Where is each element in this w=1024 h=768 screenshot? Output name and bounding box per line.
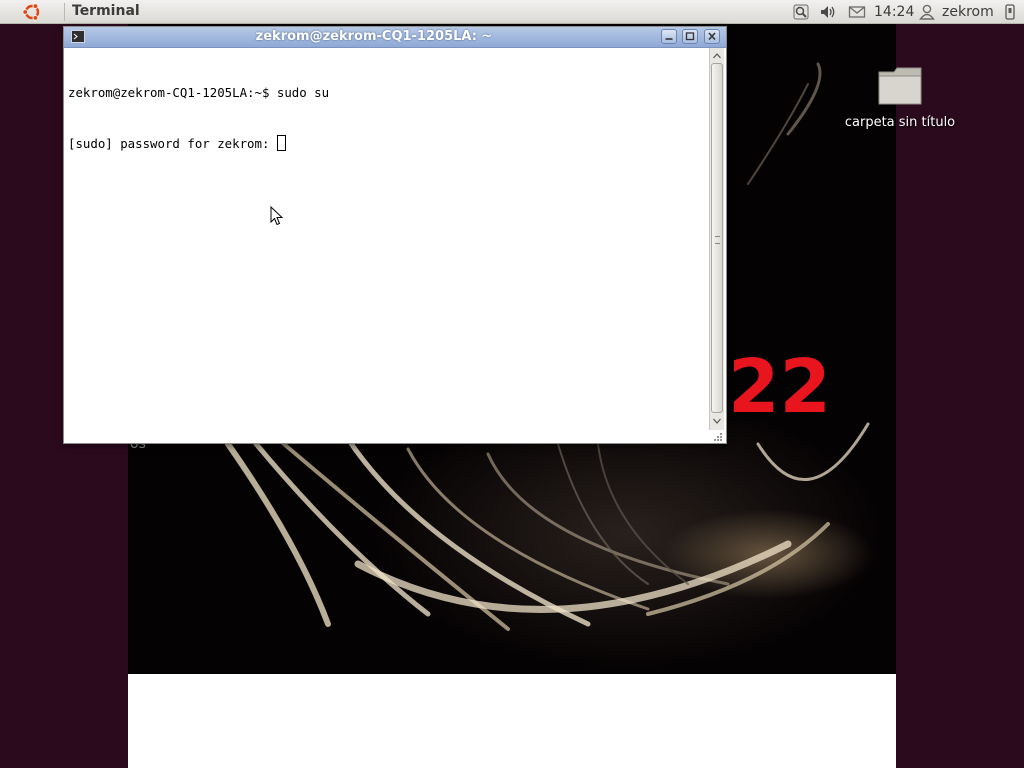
minimize-button[interactable] xyxy=(661,29,677,44)
close-button[interactable] xyxy=(704,29,720,44)
panel-username[interactable]: zekrom xyxy=(942,4,994,20)
window-titlebar[interactable]: zekrom@zekrom-CQ1-1205LA: ~ xyxy=(64,27,726,48)
network-icon[interactable] xyxy=(792,3,810,21)
terminal-output[interactable]: zekrom@zekrom-CQ1-1205LA:~$ sudo su [sud… xyxy=(68,50,708,440)
mail-icon[interactable] xyxy=(848,3,866,21)
ubuntu-logo-icon[interactable] xyxy=(22,2,42,22)
wallpaper-number: 22 xyxy=(728,344,831,430)
scroll-up-arrow-icon[interactable] xyxy=(711,49,723,63)
scrollbar-thumb[interactable] xyxy=(711,63,723,413)
mouse-pointer-icon xyxy=(270,206,284,226)
user-icon[interactable] xyxy=(918,3,936,21)
panel-separator xyxy=(64,3,65,21)
volume-icon[interactable] xyxy=(819,3,837,21)
text-cursor xyxy=(276,135,286,151)
active-app-title[interactable]: Terminal xyxy=(72,3,140,19)
power-icon[interactable] xyxy=(1001,3,1019,21)
password-prompt: [sudo] password for zekrom: xyxy=(68,136,277,151)
panel-clock[interactable]: 14:24 xyxy=(874,4,914,20)
terminal-line: [sudo] password for zekrom: xyxy=(68,135,708,152)
resize-grip-icon[interactable] xyxy=(711,430,724,443)
scroll-down-arrow-icon[interactable] xyxy=(711,414,723,428)
window-title: zekrom@zekrom-CQ1-1205LA: ~ xyxy=(255,29,493,44)
terminal-line: zekrom@zekrom-CQ1-1205LA:~$ sudo su xyxy=(68,85,330,100)
folder-label: carpeta sin título xyxy=(844,115,956,130)
desktop-folder[interactable]: carpeta sin título xyxy=(836,64,964,144)
top-panel: Terminal 14:24 zekrom xyxy=(0,0,1024,24)
maximize-icon xyxy=(685,32,695,41)
maximize-button[interactable] xyxy=(682,29,698,44)
scrollbar-grip xyxy=(715,236,720,244)
terminal-window[interactable]: zekrom@zekrom-CQ1-1205LA: ~ zekrom@zekro… xyxy=(63,26,727,444)
vertical-scrollbar[interactable] xyxy=(709,48,724,430)
wallpaper-bottom-band xyxy=(128,674,896,768)
folder-icon xyxy=(878,67,922,105)
minimize-icon xyxy=(665,38,673,40)
close-icon xyxy=(708,32,716,41)
